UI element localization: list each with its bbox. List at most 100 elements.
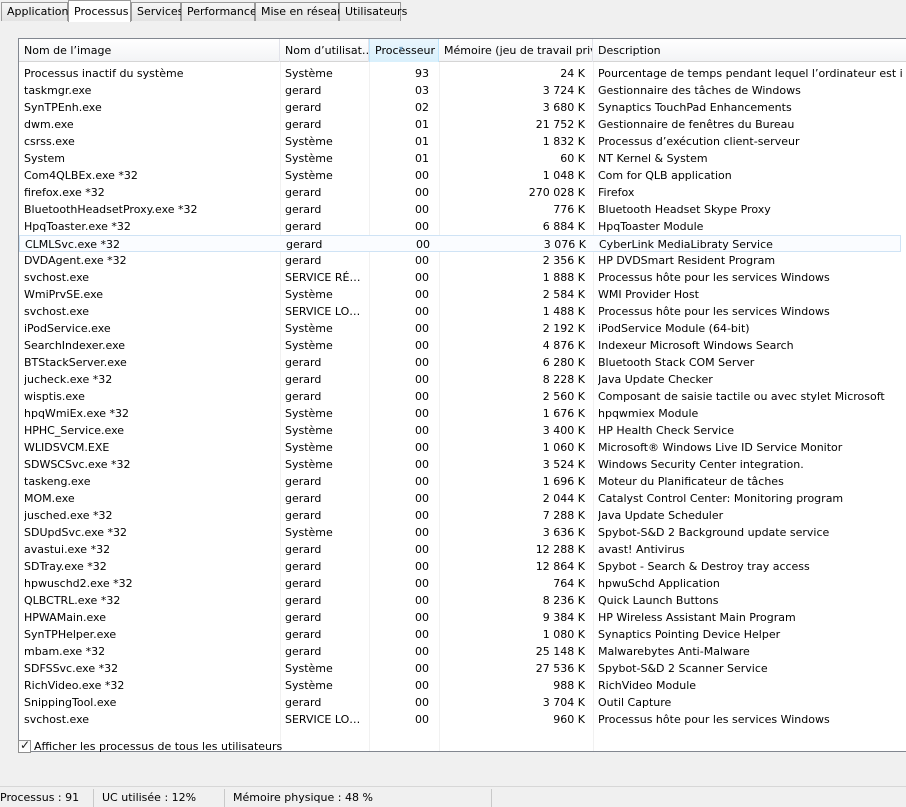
cell-memory: 1 048 K: [542, 169, 585, 182]
column-header-user-name[interactable]: Nom d’utilisat…: [280, 39, 369, 62]
process-row[interactable]: wisptis.exe gerard 00 2 560 K Composant de s…: [19, 388, 901, 405]
process-row[interactable]: WmiPrvSE.exe Système 00 2 584 K WMI Provider…: [19, 286, 901, 303]
cell-description: Quick Launch Buttons: [598, 594, 719, 607]
cell-image-name: Processus inactif du système: [24, 67, 184, 80]
cell-cpu: 00: [415, 458, 429, 471]
process-row[interactable]: taskeng.exe gerard 00 1 696 K Moteur du Plan…: [19, 473, 901, 490]
process-row[interactable]: SDWSCSvc.exe *32 Système 00 3 524 K Windows …: [19, 456, 901, 473]
cell-user-name: gerard: [285, 186, 322, 199]
cell-image-name: SnippingTool.exe: [24, 696, 117, 709]
process-row[interactable]: SDTray.exe *32 gerard 00 12 864 K Spybot - S…: [19, 558, 901, 575]
process-row[interactable]: firefox.exe *32 gerard 00 270 028 K Firefox: [19, 184, 901, 201]
process-row[interactable]: Com4QLBEx.exe *32 Système 00 1 048 K Com for…: [19, 167, 901, 184]
process-row[interactable]: avastui.exe *32 gerard 00 12 288 K avast! An…: [19, 541, 901, 558]
cell-description: Pourcentage de temps pendant lequel l’or…: [598, 67, 903, 80]
cell-image-name: jucheck.exe *32: [24, 373, 113, 386]
process-row[interactable]: BTStackServer.exe gerard 00 6 280 K Bluetoot…: [19, 354, 901, 371]
cell-description: Catalyst Control Center: Monitoring prog…: [598, 492, 844, 505]
cell-image-name: mbam.exe *32: [24, 645, 106, 658]
process-row[interactable]: taskmgr.exe gerard 03 3 724 K Gestionnaire d…: [19, 82, 901, 99]
cell-cpu: 00: [415, 543, 429, 556]
cell-memory: 2 356 K: [542, 254, 585, 267]
process-row[interactable]: QLBCTRL.exe *32 gerard 00 8 236 K Quick Laun…: [19, 592, 901, 609]
cell-cpu: 00: [415, 203, 429, 216]
cell-description: Bluetooth Headset Skype Proxy: [598, 203, 771, 216]
cell-description: avast! Antivirus: [598, 543, 685, 556]
process-row[interactable]: HPHC_Service.exe Système 00 3 400 K HP Healt…: [19, 422, 901, 439]
cell-image-name: HpqToaster.exe *32: [24, 220, 131, 233]
cell-user-name: Système: [285, 339, 333, 352]
process-row[interactable]: SDFSSvc.exe *32 Système 00 27 536 K Spybot-S…: [19, 660, 901, 677]
process-row[interactable]: System Système 01 60 K NT Kernel & System: [19, 150, 901, 167]
cell-memory: 25 148 K: [535, 645, 585, 658]
process-row[interactable]: csrss.exe Système 01 1 832 K Processus d’exé…: [19, 133, 901, 150]
cell-description: Synaptics TouchPad Enhancements: [598, 101, 792, 114]
process-row[interactable]: MOM.exe gerard 00 2 044 K Catalyst Control C…: [19, 490, 901, 507]
cell-memory: 270 028 K: [528, 186, 585, 199]
process-row[interactable]: jucheck.exe *32 gerard 00 8 228 K Java Updat…: [19, 371, 901, 388]
cell-image-name: HPHC_Service.exe: [24, 424, 125, 437]
process-row[interactable]: iPodService.exe Système 00 2 192 K iPodServi…: [19, 320, 901, 337]
cell-image-name: RichVideo.exe *32: [24, 679, 125, 692]
cell-image-name: taskmgr.exe: [24, 84, 92, 97]
process-row[interactable]: SnippingTool.exe gerard 00 3 704 K Outil Cap…: [19, 694, 901, 711]
process-row[interactable]: SDUpdSvc.exe *32 Système 00 3 636 K Spybot-S…: [19, 524, 901, 541]
process-row[interactable]: jusched.exe *32 gerard 00 7 288 K Java Updat…: [19, 507, 901, 524]
cell-cpu: 01: [415, 135, 429, 148]
process-row[interactable]: CLMLSvc.exe *32 gerard 00 3 076 K CyberLink …: [19, 235, 901, 252]
cell-cpu: 00: [415, 492, 429, 505]
process-row[interactable]: SearchIndexer.exe Système 00 4 876 K Indexeu…: [19, 337, 901, 354]
process-row[interactable]: dwm.exe gerard 01 21 752 K Gestionnaire de f…: [19, 116, 901, 133]
cell-user-name: gerard: [285, 475, 322, 488]
cell-memory: 21 752 K: [535, 118, 585, 131]
column-header-cpu[interactable]: ▾ Processeur: [369, 39, 439, 62]
process-row[interactable]: SynTPHelper.exe gerard 00 1 080 K Synaptics …: [19, 626, 901, 643]
process-list[interactable]: Nom de l’image Nom d’utilisat… ▾ Process…: [18, 38, 906, 752]
cell-memory: 8 236 K: [542, 594, 585, 607]
cell-image-name: BluetoothHeadsetProxy.exe *32: [24, 203, 198, 216]
process-row[interactable]: BluetoothHeadsetProxy.exe *32 gerard 00 776…: [19, 201, 901, 218]
column-header-memory[interactable]: Mémoire (jeu de travail privé): [439, 39, 593, 62]
cell-description: Indexeur Microsoft Windows Search: [598, 339, 794, 352]
tab-utilisateurs[interactable]: Utilisateurs: [339, 2, 407, 21]
process-row[interactable]: svchost.exe SERVICE LO… 00 960 K Processus h…: [19, 711, 901, 728]
process-row[interactable]: DVDAgent.exe *32 gerard 00 2 356 K HP DVDSma…: [19, 252, 901, 269]
tab-mise-en-reseau[interactable]: Mise en réseau: [255, 2, 344, 21]
cell-memory: 3 724 K: [542, 84, 585, 97]
tab-applications[interactable]: Applications: [1, 2, 74, 21]
cell-memory: 776 K: [553, 203, 585, 216]
cell-cpu: 00: [415, 441, 429, 454]
cell-memory: 2 584 K: [542, 288, 585, 301]
column-header-description[interactable]: Description: [593, 39, 906, 62]
cell-description: Processus hôte pour les services Windows: [598, 305, 830, 318]
cell-cpu: 93: [415, 67, 429, 80]
process-row[interactable]: WLIDSVCM.EXE Système 00 1 060 K Microsoft® W…: [19, 439, 901, 456]
process-row[interactable]: SynTPEnh.exe gerard 02 3 680 K Synaptics Tou…: [19, 99, 901, 116]
cell-cpu: 00: [415, 645, 429, 658]
process-row[interactable]: Processus inactif du système Système 93 24 …: [19, 65, 903, 82]
process-row[interactable]: hpwuschd2.exe *32 gerard 00 764 K hpwuSchd A…: [19, 575, 901, 592]
cell-memory: 3 704 K: [542, 696, 585, 709]
process-row[interactable]: svchost.exe SERVICE RÉ… 00 1 888 K Processus…: [19, 269, 901, 286]
processes-panel: Nom de l’image Nom d’utilisat… ▾ Process…: [0, 21, 906, 776]
tab-performance[interactable]: Performance: [181, 2, 257, 21]
cell-description: RichVideo Module: [598, 679, 697, 692]
cell-image-name: dwm.exe: [24, 118, 74, 131]
column-header-image-name[interactable]: Nom de l’image: [19, 39, 280, 62]
cell-user-name: Système: [285, 67, 333, 80]
process-row[interactable]: RichVideo.exe *32 Système 00 988 K RichVideo…: [19, 677, 901, 694]
process-row[interactable]: HpqToaster.exe *32 gerard 00 6 884 K HpqToas…: [19, 218, 901, 235]
cell-image-name: MOM.exe: [24, 492, 75, 505]
tab-services[interactable]: Services: [131, 2, 183, 21]
process-row[interactable]: hpqWmiEx.exe *32 Système 00 1 676 K hpqwmiex…: [19, 405, 901, 422]
show-all-users-checkbox[interactable]: [18, 738, 31, 753]
cell-cpu: 00: [415, 288, 429, 301]
tab-processus[interactable]: Processus: [68, 0, 131, 22]
cell-cpu: 00: [415, 390, 429, 403]
cell-image-name: SDTray.exe *32: [24, 560, 107, 573]
process-row[interactable]: mbam.exe *32 gerard 00 25 148 K Malwarebytes…: [19, 643, 901, 660]
cell-image-name: QLBCTRL.exe *32: [24, 594, 121, 607]
process-row[interactable]: HPWAMain.exe gerard 00 9 384 K HP Wireless A…: [19, 609, 901, 626]
process-row[interactable]: svchost.exe SERVICE LO… 00 1 488 K Processus…: [19, 303, 901, 320]
sort-descending-icon: ▾: [399, 44, 404, 53]
